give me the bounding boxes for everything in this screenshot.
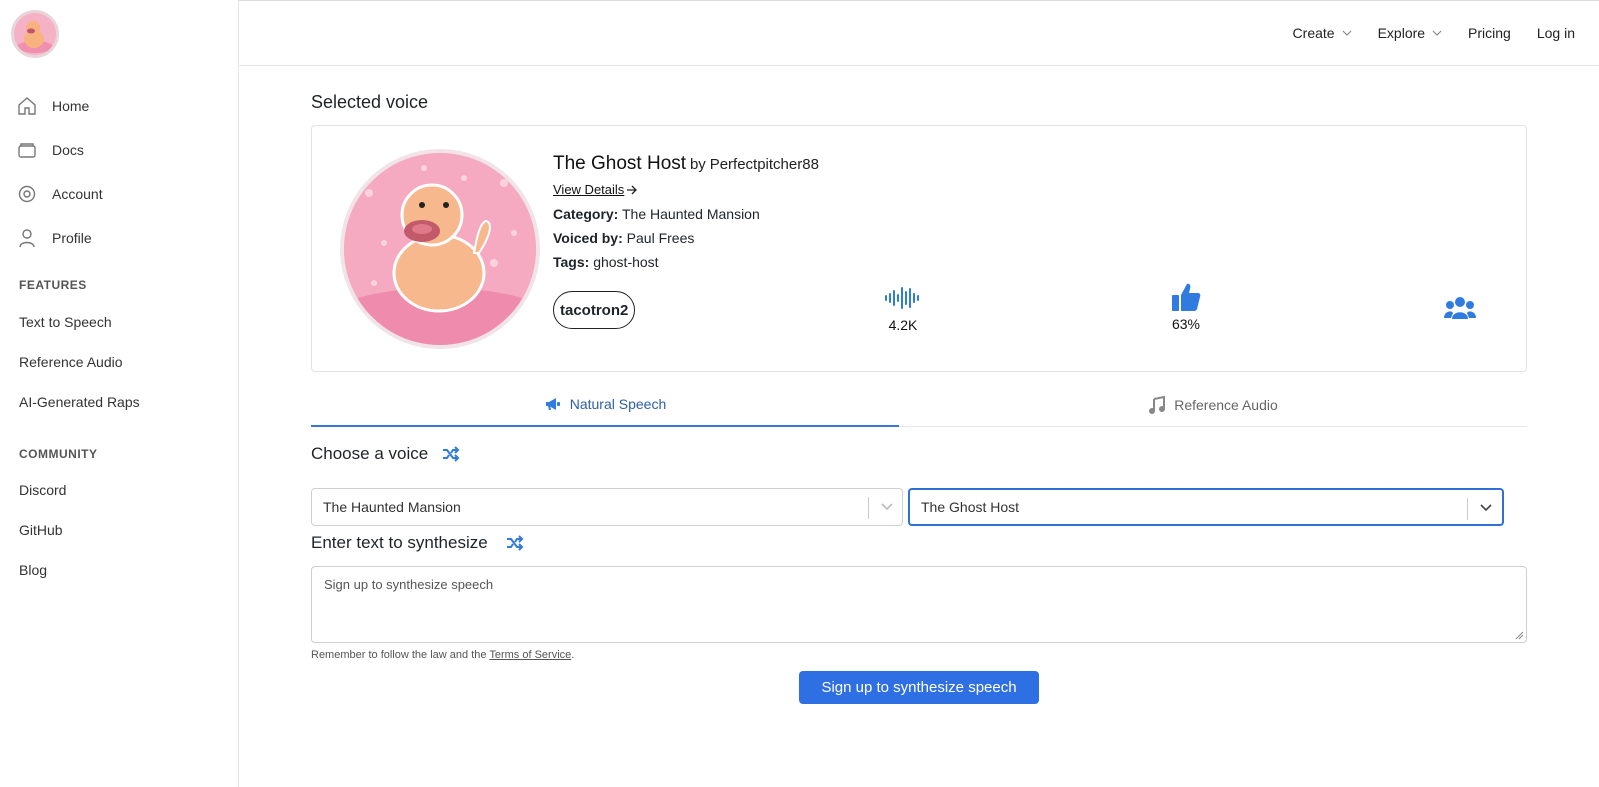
synthesis-text-input[interactable]: Sign up to synthesize speech	[311, 566, 1527, 643]
community-nav: Discord GitHub Blog	[19, 470, 229, 590]
terms-note: Remember to follow the law and the Terms…	[311, 649, 574, 661]
select-divider	[868, 497, 869, 519]
chevron-down-icon	[1480, 504, 1492, 512]
features-nav: Text to Speech Reference Audio AI-Genera…	[19, 302, 229, 422]
megaphone-icon	[544, 396, 562, 412]
sidebar-item-label: Account	[52, 186, 103, 202]
likes-stat: 63%	[1161, 281, 1211, 332]
docs-icon	[16, 139, 38, 161]
voice-info: The Ghost Host by Perfectpitcher88 View …	[553, 152, 819, 274]
shuffle-text-button[interactable]	[506, 535, 524, 551]
terms-of-service-link[interactable]: Terms of Service	[489, 649, 571, 661]
duck-logo-icon	[14, 13, 56, 55]
thumbs-up-icon	[1172, 283, 1201, 311]
site-logo[interactable]	[11, 10, 59, 58]
tab-natural-speech[interactable]: Natural Speech	[311, 383, 899, 427]
explore-label: Explore	[1377, 25, 1426, 41]
sidebar-item-ai-raps[interactable]: AI-Generated Raps	[19, 382, 229, 422]
sidebar-item-text-to-speech[interactable]: Text to Speech	[19, 302, 229, 342]
category-value: The Haunted Mansion	[622, 206, 760, 222]
gear-icon	[16, 183, 38, 205]
community-stat	[1442, 296, 1478, 323]
tags-value: ghost-host	[593, 254, 659, 270]
chevron-down-icon	[1432, 30, 1442, 36]
choose-voice-label: Choose a voice	[311, 444, 429, 463]
uses-count: 4.2K	[888, 317, 918, 333]
user-icon	[16, 227, 38, 249]
users-icon	[1444, 297, 1476, 319]
top-bar: Create Explore Pricing Log in	[239, 0, 1599, 66]
sidebar-item-label: Profile	[52, 230, 92, 246]
voice-select-value: The Ghost Host	[921, 499, 1020, 515]
terms-note-suffix: .	[571, 649, 575, 661]
voice-name: The Ghost Host	[553, 153, 687, 174]
duck-image-icon	[344, 153, 536, 345]
waveform-icon	[885, 287, 919, 309]
create-menu[interactable]: Create	[1293, 25, 1352, 41]
chevron-down-icon	[1342, 30, 1352, 36]
text-input-placeholder: Sign up to synthesize speech	[324, 577, 494, 592]
uses-stat: 4.2K	[878, 286, 928, 333]
voice-by-prefix: by	[689, 156, 706, 173]
login-link[interactable]: Log in	[1537, 25, 1575, 41]
sidebar-item-label: Docs	[52, 142, 84, 158]
signup-synthesize-button[interactable]: Sign up to synthesize speech	[799, 671, 1039, 704]
explore-menu[interactable]: Explore	[1378, 25, 1442, 41]
sidebar: Home Docs Account Profile FEATURES Text …	[0, 0, 239, 787]
community-heading: COMMUNITY	[19, 447, 98, 461]
features-heading: FEATURES	[19, 278, 87, 292]
enter-text-label: Enter text to synthesize	[311, 533, 488, 552]
choose-voice-row: Choose a voice	[311, 444, 460, 464]
sidebar-item-profile[interactable]: Profile	[16, 216, 226, 260]
category-select-value: The Haunted Mansion	[323, 499, 461, 515]
sidebar-item-github[interactable]: GitHub	[19, 510, 229, 550]
voice-select[interactable]: The Ghost Host	[908, 488, 1504, 526]
enter-text-row: Enter text to synthesize	[311, 533, 524, 553]
category-label: Category:	[553, 206, 619, 222]
view-details-label: View Details	[553, 182, 625, 197]
shuffle-icon	[506, 535, 524, 551]
tab-natural-label: Natural Speech	[569, 396, 667, 412]
arrow-right-icon	[627, 185, 638, 195]
top-nav: Create Explore Pricing Log in	[1267, 25, 1575, 41]
chevron-down-icon	[881, 503, 893, 511]
category-select[interactable]: The Haunted Mansion	[311, 488, 903, 526]
voiced-by-label: Voiced by:	[553, 230, 623, 246]
home-icon	[16, 95, 38, 117]
shuffle-voice-button[interactable]	[442, 446, 460, 462]
sidebar-main-nav: Home Docs Account Profile	[16, 84, 226, 260]
resize-handle-icon[interactable]	[1514, 630, 1524, 640]
selected-voice-card: The Ghost Host by Perfectpitcher88 View …	[311, 125, 1527, 372]
voiced-by-value: Paul Frees	[626, 230, 695, 246]
tags-label: Tags:	[553, 254, 590, 270]
tab-reference-label: Reference Audio	[1174, 397, 1278, 413]
select-divider	[1467, 498, 1468, 520]
create-label: Create	[1292, 25, 1335, 41]
voice-author[interactable]: Perfectpitcher88	[710, 156, 819, 173]
voice-avatar	[340, 149, 540, 349]
shuffle-icon	[443, 446, 460, 462]
speech-tabs: Natural Speech Reference Audio	[311, 383, 1527, 427]
model-badge: tacotron2	[553, 291, 636, 329]
sidebar-item-reference-audio[interactable]: Reference Audio	[19, 342, 229, 382]
sidebar-item-home[interactable]: Home	[16, 84, 226, 128]
tab-reference-audio[interactable]: Reference Audio	[899, 383, 1527, 427]
view-details-link[interactable]: View Details	[553, 178, 638, 202]
selected-voice-heading: Selected voice	[311, 92, 429, 112]
sidebar-item-account[interactable]: Account	[16, 172, 226, 216]
sidebar-item-discord[interactable]: Discord	[19, 470, 229, 510]
pricing-link[interactable]: Pricing	[1468, 25, 1511, 41]
sidebar-item-docs[interactable]: Docs	[16, 128, 226, 172]
sidebar-item-label: Home	[52, 98, 90, 114]
sidebar-item-blog[interactable]: Blog	[19, 550, 229, 590]
likes-percent: 63%	[1171, 316, 1201, 332]
terms-note-prefix: Remember to follow the law and the	[311, 649, 487, 661]
music-note-icon	[1148, 396, 1166, 414]
